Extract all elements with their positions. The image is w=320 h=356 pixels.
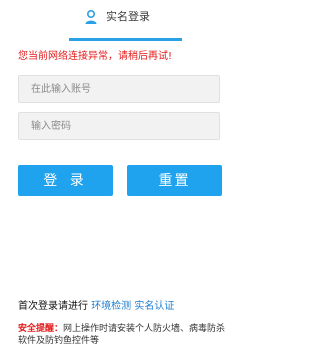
realname-link[interactable]: 实名认证 xyxy=(134,301,174,312)
reset-button[interactable]: 重置 xyxy=(127,165,222,196)
env-check-link[interactable]: 环境检测 xyxy=(91,301,131,312)
password-field-wrapper xyxy=(18,112,220,140)
tab-realname-login[interactable]: 实名登录 xyxy=(84,8,150,26)
first-login-hint: 首次登录请进行 环境检测 实名认证 xyxy=(18,300,174,314)
safety-label: 安全提醒： xyxy=(18,324,64,334)
account-field-wrapper xyxy=(18,75,220,103)
login-button[interactable]: 登 录 xyxy=(18,165,113,196)
first-login-prefix: 首次登录请进行 xyxy=(18,301,88,312)
tab-label: 实名登录 xyxy=(106,10,150,23)
user-icon xyxy=(84,9,98,25)
error-message: 您当前网络连接异常，请稍后再试! xyxy=(18,51,173,62)
account-input[interactable] xyxy=(19,76,219,102)
password-input[interactable] xyxy=(19,113,219,139)
tab-underline xyxy=(69,38,182,41)
safety-notice: 安全提醒：网上操作时请安装个人防火墙、病毒防杀软件及防钓鱼控件等 xyxy=(18,323,230,347)
